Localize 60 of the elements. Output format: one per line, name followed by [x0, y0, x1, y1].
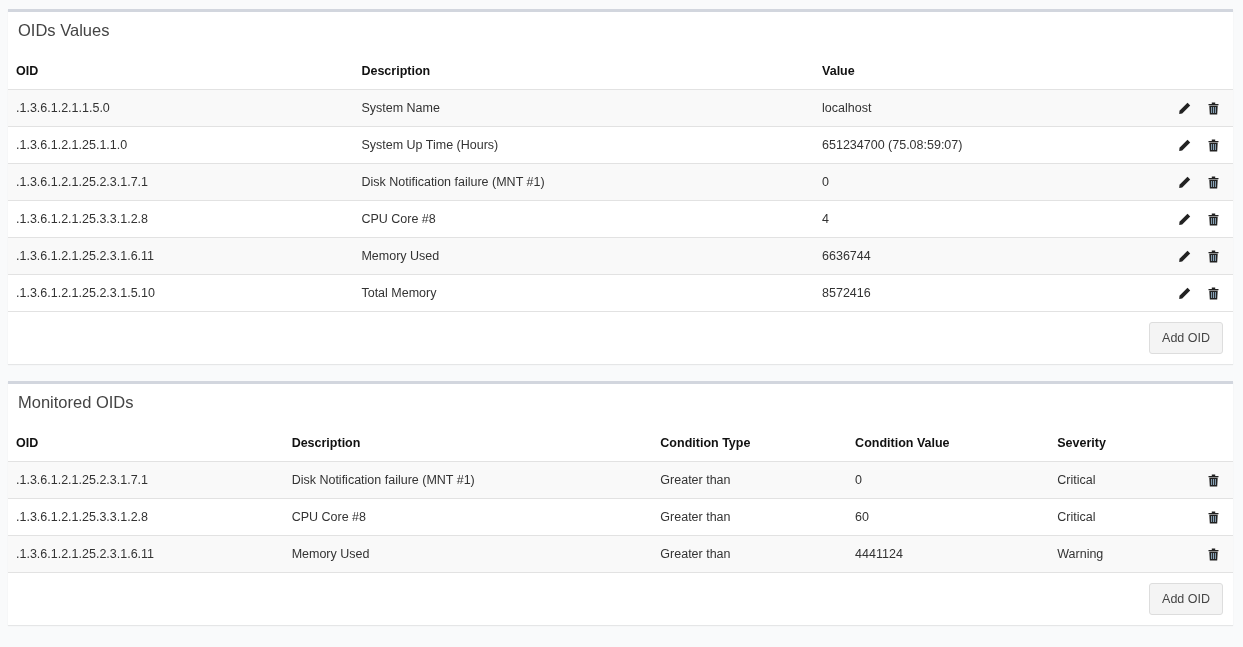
add-oid-button[interactable]: Add OID [1149, 583, 1223, 615]
table-cell: .1.3.6.1.2.1.25.2.3.1.5.10 [16, 286, 155, 300]
column-header: Description [361, 63, 431, 78]
trash-icon[interactable] [1208, 250, 1219, 264]
table-cell: .1.3.6.1.2.1.1.5.0 [16, 101, 110, 115]
trash-icon[interactable] [1208, 548, 1219, 562]
table-cell: Disk Notification failure (MNT #1) [361, 175, 545, 189]
table-cell: .1.3.6.1.2.1.25.3.3.1.2.8 [16, 510, 149, 524]
table-cell: .1.3.6.1.2.1.25.1.1.0 [16, 138, 128, 152]
panel-title: OIDs Values [17, 20, 111, 41]
column-header: OID [16, 63, 39, 78]
table-cell: .1.3.6.1.2.1.25.2.3.1.6.11 [16, 249, 155, 263]
trash-icon[interactable] [1208, 176, 1219, 190]
table-cell: CPU Core #8 [291, 510, 366, 524]
trash-icon[interactable] [1208, 474, 1219, 488]
column-header: Description [291, 435, 361, 450]
table-cell: .1.3.6.1.2.1.25.3.3.1.2.8 [16, 212, 149, 226]
table-cell: .1.3.6.1.2.1.25.2.3.1.6.11 [16, 547, 155, 561]
table-cell: Memory Used [291, 547, 370, 561]
column-header: Condition Type [660, 435, 751, 450]
table-cell: .1.3.6.1.2.1.25.2.3.1.7.1 [16, 175, 149, 189]
table-cell: 651234700 (75.08:59:07) [822, 138, 963, 152]
pencil-icon[interactable] [1178, 176, 1191, 190]
table-cell: 0 [822, 175, 829, 189]
trash-icon[interactable] [1208, 139, 1219, 153]
table-cell: .1.3.6.1.2.1.25.2.3.1.7.1 [16, 473, 149, 487]
table-cell: localhost [822, 101, 872, 115]
table-cell: Total Memory [361, 286, 437, 300]
trash-icon[interactable] [1208, 213, 1219, 227]
table-cell: Greater than [660, 510, 731, 524]
table-cell: 6636744 [822, 249, 871, 263]
table-cell: 4441124 [855, 547, 903, 561]
trash-icon[interactable] [1208, 287, 1219, 301]
table-cell: System Up Time (Hours) [361, 138, 499, 152]
table-cell: System Name [361, 101, 440, 115]
table-cell: Critical [1057, 473, 1096, 487]
trash-icon[interactable] [1208, 511, 1219, 525]
table-cell: Memory Used [361, 249, 440, 263]
column-header: Value [822, 63, 855, 78]
trash-icon[interactable] [1208, 102, 1219, 116]
table-cell: 4 [822, 212, 829, 226]
pencil-icon[interactable] [1178, 102, 1191, 116]
pencil-icon[interactable] [1178, 250, 1191, 264]
table-cell: CPU Core #8 [361, 212, 436, 226]
column-header: OID [16, 435, 39, 450]
panel-title: Monitored OIDs [17, 392, 135, 413]
table-cell: Warning [1057, 547, 1104, 561]
table-cell: 60 [855, 510, 869, 524]
pencil-icon[interactable] [1178, 287, 1191, 301]
pencil-icon[interactable] [1178, 139, 1191, 153]
table-cell: 8572416 [822, 286, 871, 300]
table-cell: Greater than [660, 473, 731, 487]
pencil-icon[interactable] [1178, 213, 1191, 227]
add-oid-button[interactable]: Add OID [1149, 322, 1223, 354]
column-header: Condition Value [855, 435, 950, 450]
column-header: Severity [1057, 435, 1106, 450]
table-cell: Disk Notification failure (MNT #1) [291, 473, 475, 487]
table-cell: Greater than [660, 547, 731, 561]
table-cell: Critical [1057, 510, 1096, 524]
table-cell: 0 [855, 473, 863, 487]
